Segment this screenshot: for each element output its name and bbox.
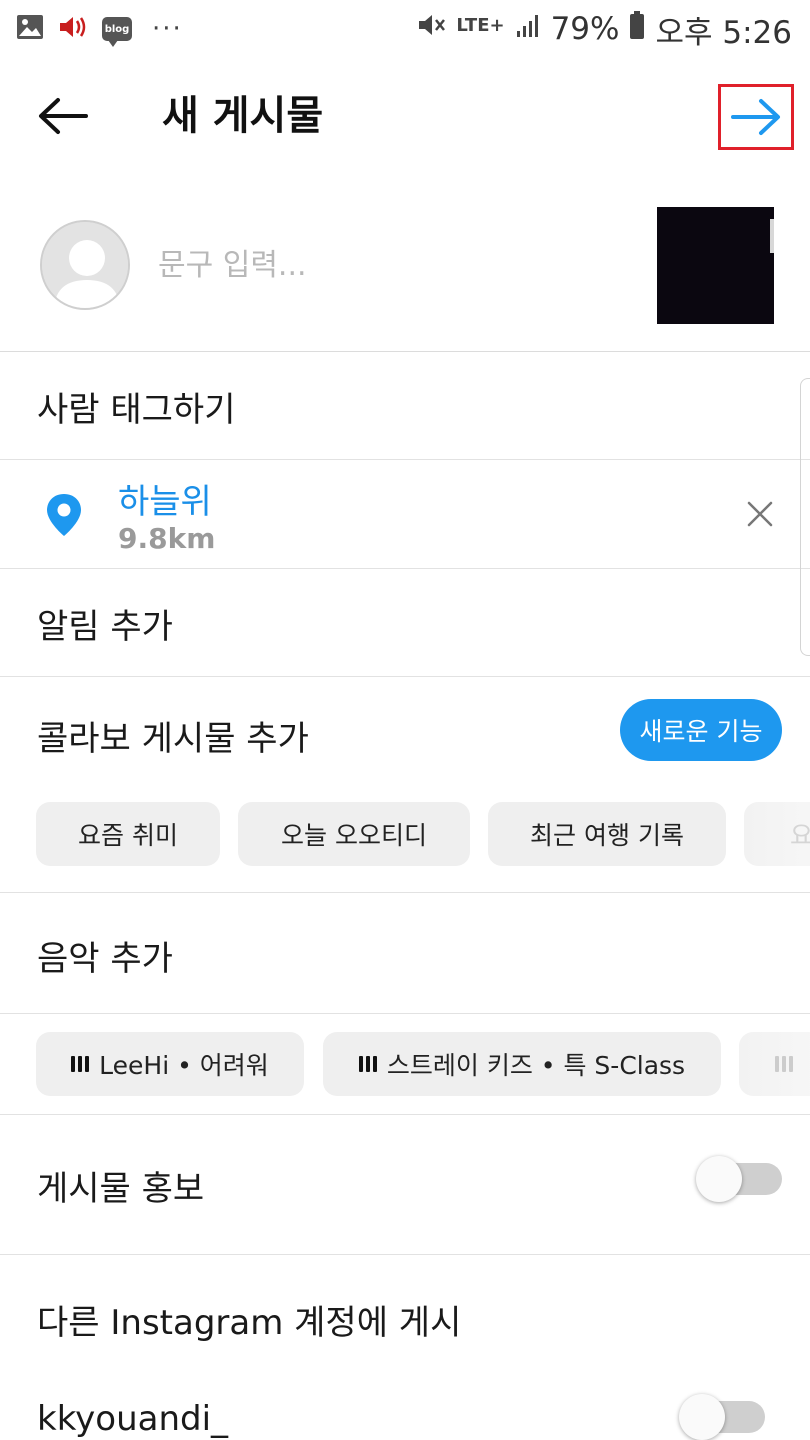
speaker-icon [58, 14, 88, 44]
collab-label[interactable]: 콜라보 게시물 추가 [37, 711, 309, 760]
toggle-knob [679, 1394, 725, 1440]
page-title: 새 게시물 [162, 93, 324, 139]
battery-icon [629, 10, 645, 48]
battery-percent: 79% [550, 11, 620, 47]
default-avatar-icon [42, 222, 128, 308]
avatar [40, 220, 130, 310]
music-chips: LeeHi • 어려워 스트레이 키즈 • 특 S-Class [36, 1032, 810, 1096]
app-header: 새 게시물 [0, 58, 810, 174]
share-other-account-section: 다른 Instagram 계정에 게시 kkyouandi_ [0, 1255, 810, 1440]
location-distance: 9.8km [118, 522, 216, 555]
side-panel-handle[interactable] [800, 378, 810, 656]
music-chip-label: LeeHi • 어려워 [99, 1051, 269, 1080]
collab-chip[interactable]: 요즘 취미 [36, 802, 220, 866]
mute-icon [416, 11, 446, 47]
new-post-screen: blog ··· LTE+ 79% 오후 5:26 새 게시물 문구 입력...… [0, 0, 810, 1440]
audio-bars-icon [775, 1056, 793, 1072]
account-name: kkyouandi_ [37, 1399, 229, 1439]
caption-section [0, 174, 810, 352]
new-feature-badge[interactable]: 새로운 기능 [620, 699, 782, 761]
back-button[interactable] [30, 86, 96, 146]
signal-icon [515, 11, 541, 47]
tag-people-row[interactable]: 사람 태그하기 [0, 352, 810, 460]
music-chip-label: 스트레이 키즈 • 특 S-Class [386, 1051, 686, 1080]
thumbnail-edge [770, 219, 774, 253]
add-notice-row[interactable]: 알림 추가 [0, 569, 810, 677]
add-notice-label: 알림 추가 [37, 607, 173, 647]
tag-people-label: 사람 태그하기 [37, 390, 236, 430]
music-chip[interactable]: 스트레이 키즈 • 특 S-Class [323, 1032, 721, 1096]
network-type: LTE+ [456, 14, 505, 36]
toggle-knob [696, 1156, 742, 1202]
close-icon[interactable] [742, 496, 778, 532]
image-icon [16, 14, 44, 44]
arrow-right-icon [731, 99, 780, 135]
caption-input[interactable] [158, 238, 618, 292]
status-bar: blog ··· LTE+ 79% 오후 5:26 [0, 0, 810, 58]
clock: 오후 5:26 [655, 14, 792, 51]
next-button[interactable] [718, 84, 794, 150]
collab-section: 콜라보 게시물 추가 새로운 기능 요즘 취미 오늘 오오티디 최근 여행 기록… [0, 677, 810, 893]
account-share-toggle[interactable] [679, 1394, 765, 1440]
collab-chip[interactable]: 요 [744, 802, 810, 866]
status-right: LTE+ 79% 오후 5:26 [416, 8, 792, 51]
music-suggestions: LeeHi • 어려워 스트레이 키즈 • 특 S-Class [0, 1014, 810, 1115]
blog-icon: blog [102, 17, 132, 47]
location-row[interactable]: 하늘위 9.8km [0, 460, 810, 569]
music-chip[interactable] [739, 1032, 810, 1096]
collab-chips: 요즘 취미 오늘 오오티디 최근 여행 기록 요 [36, 802, 810, 866]
status-left: blog ··· [16, 12, 183, 47]
add-music-row[interactable]: 음악 추가 [0, 893, 810, 1014]
audio-bars-icon [358, 1056, 377, 1072]
promotion-label: 게시물 홍보 [37, 1169, 205, 1209]
promotion-row: 게시물 홍보 [0, 1115, 810, 1255]
add-music-label: 음악 추가 [37, 939, 173, 979]
promotion-toggle[interactable] [696, 1156, 782, 1202]
music-chip[interactable]: LeeHi • 어려워 [36, 1032, 304, 1096]
location-name: 하늘위 [118, 482, 212, 522]
post-thumbnail[interactable] [657, 207, 774, 324]
audio-bars-icon [71, 1056, 90, 1072]
share-title: 다른 Instagram 계정에 게시 [37, 1303, 462, 1343]
collab-chip[interactable]: 오늘 오오티디 [238, 802, 470, 866]
more-dots-icon: ··· [152, 14, 183, 44]
collab-chip[interactable]: 최근 여행 기록 [488, 802, 726, 866]
location-pin-icon [47, 494, 81, 536]
arrow-left-icon [39, 98, 88, 134]
